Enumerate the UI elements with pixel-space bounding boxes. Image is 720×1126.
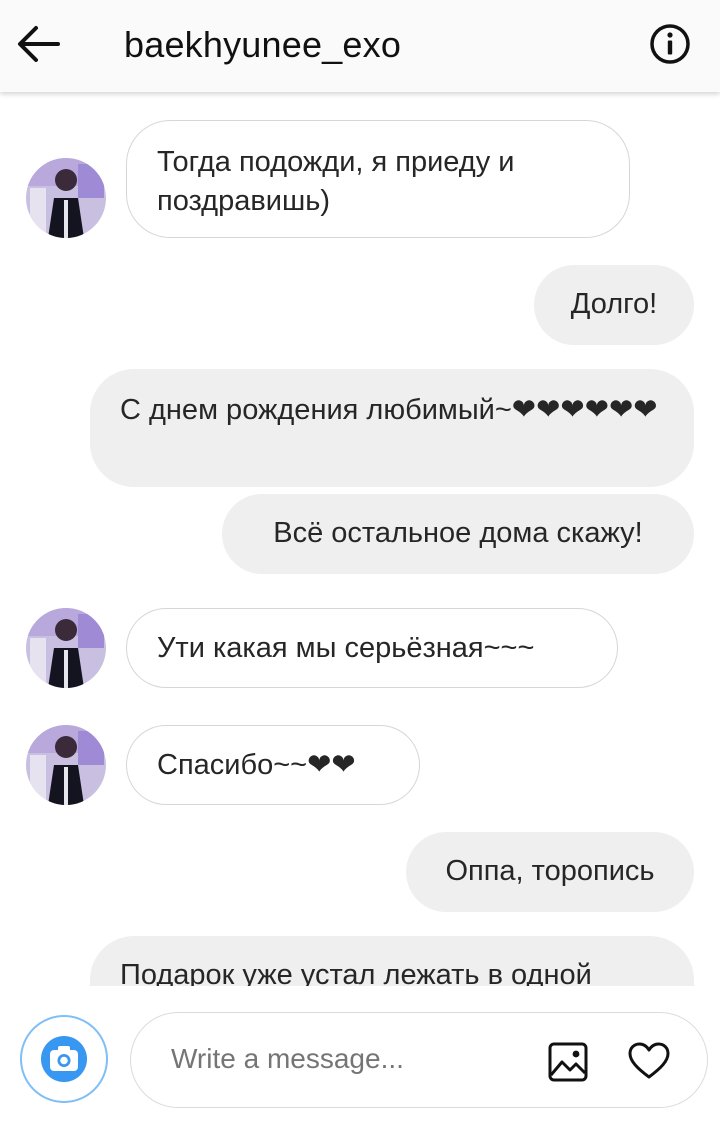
message-text: Ути какая мы серьёзная~~~ (157, 632, 535, 664)
info-button[interactable] (648, 22, 692, 66)
message-input[interactable] (171, 1043, 531, 1075)
heart-icon (628, 1042, 670, 1079)
message-bubble-outgoing[interactable]: Оппа, торопись (406, 832, 694, 912)
back-button[interactable] (14, 22, 66, 66)
message-bubble-outgoing[interactable]: Всё остальное дома скажу! (222, 494, 694, 574)
message-thread[interactable]: Тогда подожди, я приеду и поздравишь) До… (0, 92, 720, 986)
message-bubble-outgoing[interactable]: Подарок уже устал лежать в одной (90, 936, 694, 986)
message-bubble-incoming[interactable]: Ути какая мы серьёзная~~~ (126, 608, 618, 688)
message-text: Оппа, торопись (445, 855, 655, 887)
message-text: Подарок уже устал лежать в одной (120, 959, 592, 986)
avatar[interactable] (26, 158, 106, 238)
message-text: С днем рождения любимый~❤❤❤❤❤❤ (120, 394, 658, 426)
message-bubble-incoming[interactable]: Спасибо~~❤❤ (126, 725, 420, 805)
message-text: Спасибо~~❤❤ (157, 749, 356, 781)
conversation-title[interactable]: baekhyunee_exo (124, 24, 401, 66)
camera-icon (41, 1036, 87, 1082)
info-circle-icon (650, 24, 690, 64)
chat-header: baekhyunee_exo (0, 0, 720, 92)
like-button[interactable] (627, 1041, 671, 1081)
avatar[interactable] (26, 608, 106, 688)
message-text: Долго! (570, 288, 658, 320)
message-text: Всё остальное дома скажу! (273, 517, 643, 549)
gallery-button[interactable] (547, 1041, 589, 1083)
camera-button[interactable] (20, 1015, 108, 1103)
message-composer (0, 986, 720, 1126)
message-input-container (130, 1012, 708, 1108)
message-bubble-outgoing[interactable]: С днем рождения любимый~❤❤❤❤❤❤ (90, 369, 694, 487)
avatar[interactable] (26, 725, 106, 805)
image-icon (548, 1042, 588, 1082)
message-text: Тогда подожди, я приеду и поздравишь) (157, 146, 515, 217)
arrow-left-icon (18, 26, 60, 62)
message-bubble-incoming[interactable]: Тогда подожди, я приеду и поздравишь) (126, 120, 630, 238)
message-bubble-outgoing[interactable]: Долго! (534, 265, 694, 345)
